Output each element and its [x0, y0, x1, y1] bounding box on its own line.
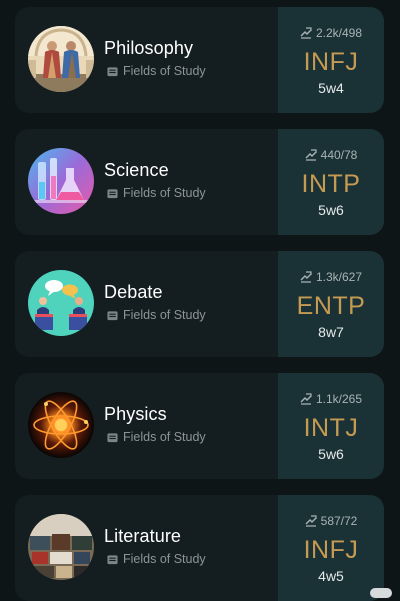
profile-card-literature[interactable]: Literature Fields of Study 587/72 INFJ 4…: [15, 495, 384, 601]
profile-card-science[interactable]: Science Fields of Study 440/78 INTP 5w6: [15, 129, 384, 235]
card-category-label: Fields of Study: [123, 308, 206, 322]
vote-icon: [305, 515, 317, 527]
card-category-label: Fields of Study: [123, 552, 206, 566]
vote-icon: [305, 149, 317, 161]
enneagram-type: 5w6: [318, 202, 344, 218]
personality-panel: 2.2k/498 INFJ 5w4: [278, 7, 384, 113]
enneagram-type: 5w6: [318, 446, 344, 462]
card-title: Philosophy: [104, 38, 194, 58]
mbti-type: INTP: [301, 170, 361, 198]
philosophers-painting-avatar: [28, 26, 94, 92]
enneagram-type: 4w5: [318, 568, 344, 584]
folder-icon: [107, 554, 118, 564]
card-title: Debate: [104, 282, 163, 302]
vote-count: 587/72: [278, 514, 384, 528]
vote-count-label: 2.2k/498: [315, 26, 363, 40]
vote-count-label: 1.1k/265: [315, 392, 363, 406]
card-info: Literature Fields of Study: [15, 495, 278, 601]
folder-icon: [107, 66, 118, 76]
folder-icon: [107, 310, 118, 320]
books-avatar: [28, 514, 94, 580]
card-category: Fields of Study: [107, 552, 206, 566]
card-category: Fields of Study: [107, 308, 206, 322]
vote-count: 1.3k/627: [278, 270, 384, 284]
card-title: Literature: [104, 526, 182, 546]
card-info: Science Fields of Study: [15, 129, 278, 235]
personality-panel: 1.3k/627 ENTP 8w7: [278, 251, 384, 357]
card-title: Science: [104, 160, 169, 180]
card-info: Debate Fields of Study: [15, 251, 278, 357]
vote-count: 1.1k/265: [278, 392, 384, 406]
vote-count: 440/78: [278, 148, 384, 162]
card-title: Physics: [104, 404, 167, 424]
personality-panel: 1.1k/265 INTJ 5w6: [278, 373, 384, 479]
card-category: Fields of Study: [107, 430, 206, 444]
card-category: Fields of Study: [107, 186, 206, 200]
personality-panel: 440/78 INTP 5w6: [278, 129, 384, 235]
profile-list: Philosophy Fields of Study 2.2k/498 INFJ…: [0, 0, 400, 601]
profile-card-philosophy[interactable]: Philosophy Fields of Study 2.2k/498 INFJ…: [15, 7, 384, 113]
vote-count: 2.2k/498: [278, 26, 384, 40]
atom-avatar: [28, 392, 94, 458]
folder-icon: [107, 188, 118, 198]
card-category: Fields of Study: [107, 64, 206, 78]
vote-count-label: 440/78: [320, 148, 358, 162]
folder-icon: [107, 432, 118, 442]
vote-count-label: 1.3k/627: [315, 270, 363, 284]
mbti-type: ENTP: [296, 292, 366, 320]
card-info: Philosophy Fields of Study: [15, 7, 278, 113]
enneagram-type: 5w4: [318, 80, 344, 96]
scroll-to-top-handle[interactable]: [370, 588, 392, 598]
mbti-type: INFJ: [303, 48, 359, 76]
mbti-type: INFJ: [303, 536, 359, 564]
vote-icon: [300, 271, 312, 283]
vote-icon: [300, 27, 312, 39]
debaters-podium-avatar: [28, 270, 94, 336]
personality-panel: 587/72 INFJ 4w5: [278, 495, 384, 601]
lab-glassware-avatar: [28, 148, 94, 214]
profile-card-physics[interactable]: Physics Fields of Study 1.1k/265 INTJ 5w…: [15, 373, 384, 479]
vote-count-label: 587/72: [320, 514, 358, 528]
card-info: Physics Fields of Study: [15, 373, 278, 479]
card-category-label: Fields of Study: [123, 430, 206, 444]
card-category-label: Fields of Study: [123, 64, 206, 78]
enneagram-type: 8w7: [318, 324, 344, 340]
vote-icon: [300, 393, 312, 405]
card-category-label: Fields of Study: [123, 186, 206, 200]
profile-card-debate[interactable]: Debate Fields of Study 1.3k/627 ENTP 8w7: [15, 251, 384, 357]
mbti-type: INTJ: [303, 414, 359, 442]
